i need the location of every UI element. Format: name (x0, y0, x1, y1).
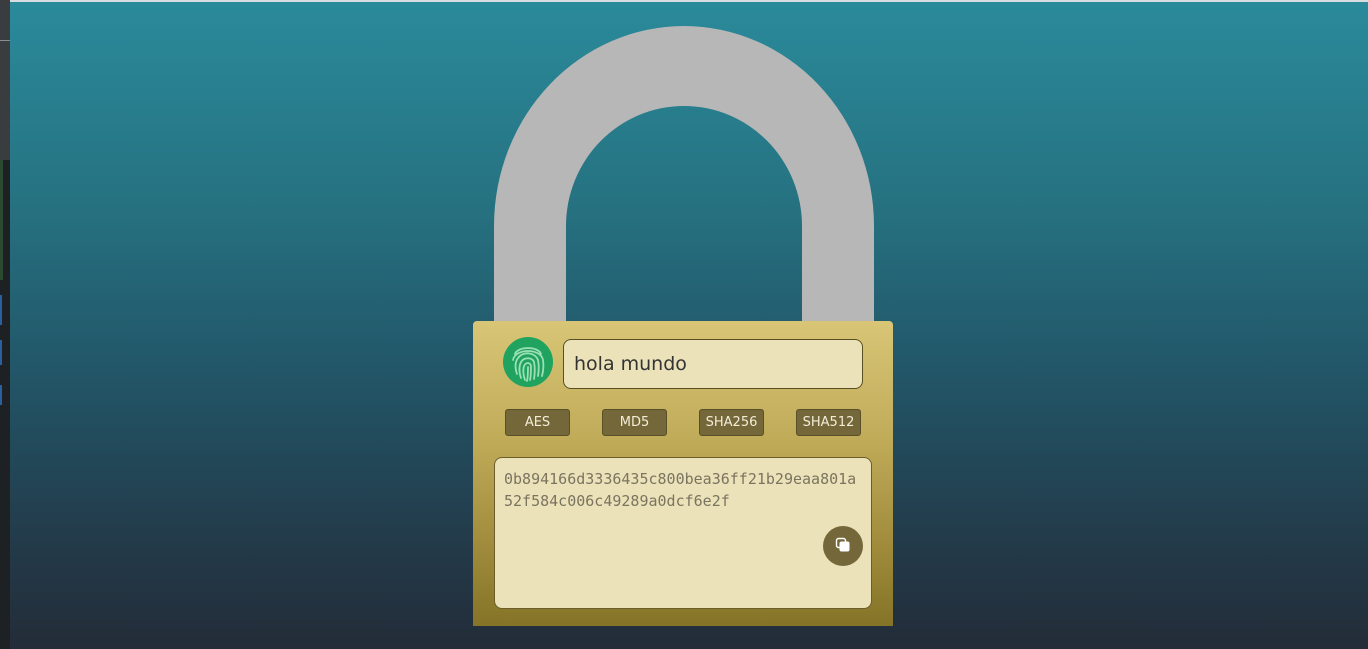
side-panel-top (0, 0, 10, 160)
hash-output[interactable]: 0b894166d3336435c800bea36ff21b29eaa801a5… (494, 457, 872, 609)
side-panel-divider (0, 40, 10, 41)
side-panel-accent (0, 160, 3, 280)
sha512-button[interactable]: SHA512 (796, 409, 861, 436)
aes-button[interactable]: AES (505, 409, 570, 436)
algorithm-buttons: AES MD5 SHA256 SHA512 (505, 409, 861, 437)
copy-button[interactable] (823, 526, 863, 566)
padlock-shackle (494, 26, 874, 326)
side-panel-accent (0, 340, 2, 365)
text-input[interactable] (563, 339, 863, 389)
side-panel-strip (0, 0, 10, 649)
sha256-button[interactable]: SHA256 (699, 409, 764, 436)
padlock-body: AES MD5 SHA256 SHA512 0b894166d3336435c8… (473, 321, 893, 626)
side-panel-accent (0, 385, 2, 405)
side-panel-accent (0, 295, 2, 325)
md5-button[interactable]: MD5 (602, 409, 667, 436)
copy-icon (835, 537, 851, 556)
fingerprint-icon (503, 337, 553, 387)
